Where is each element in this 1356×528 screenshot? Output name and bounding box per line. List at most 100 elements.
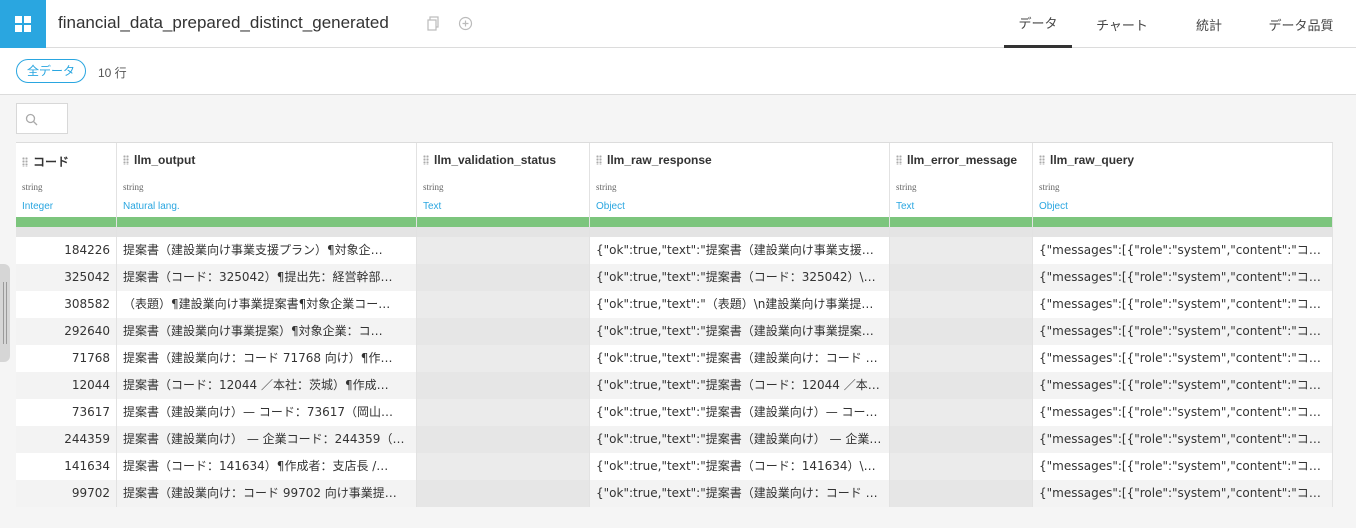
table-row[interactable]: 71768 提案書（建設業向け：コード 71768 向け）¶作… {"ok":tru…	[16, 345, 1333, 372]
all-data-filter-pill[interactable]: 全データ	[16, 59, 87, 83]
table-cell[interactable]	[417, 264, 590, 291]
table-cell[interactable]: （表題）¶建設業向け事業提案書¶対象企業コー…	[117, 291, 417, 318]
table-cell[interactable]	[417, 426, 590, 453]
column-name[interactable]: llm_validation_status	[423, 153, 556, 167]
column-meaning[interactable]: Object	[596, 201, 625, 212]
column-header[interactable]: llm_output string Natural lang.	[117, 143, 417, 217]
table-cell[interactable]: 308582	[16, 291, 117, 318]
column-meaning[interactable]: Natural lang.	[123, 201, 180, 212]
column-meaning[interactable]: Integer	[22, 201, 53, 212]
tab-data-quality[interactable]: データ品質	[1246, 0, 1356, 48]
table-cell[interactable]: {"ok":true,"text":"提案書（建設業向け：コード 9…	[590, 480, 890, 507]
table-cell[interactable]	[890, 372, 1033, 399]
dataset-name[interactable]: financial_data_prepared_distinct_generat…	[58, 13, 389, 33]
drag-handle-icon[interactable]	[1039, 155, 1045, 165]
table-cell[interactable]: 141634	[16, 453, 117, 480]
column-quality-bar[interactable]	[16, 217, 117, 227]
column-meaning[interactable]: Text	[896, 201, 914, 212]
table-cell[interactable]: {"ok":true,"text":"提案書（建設業向け） — 企業…	[590, 426, 890, 453]
dataset-logo-icon[interactable]	[0, 0, 46, 48]
table-cell[interactable]: 292640	[16, 318, 117, 345]
table-row[interactable]: 12044 提案書（コード：12044 ／本社：茨城）¶作成… {"ok":true…	[16, 372, 1333, 399]
table-cell[interactable]: 提案書（建設業向け：コード 99702 向け事業提…	[117, 480, 417, 507]
table-cell[interactable]: {"messages":[{"role":"system","content":…	[1033, 453, 1333, 480]
table-cell[interactable]	[890, 480, 1033, 507]
table-cell[interactable]	[890, 426, 1033, 453]
table-cell[interactable]: 99702	[16, 480, 117, 507]
column-quality-bar[interactable]	[890, 217, 1033, 227]
column-meaning[interactable]: Object	[1039, 201, 1068, 212]
table-row[interactable]: 73617 提案書（建設業向け）— コード：73617（岡山… {"ok":true…	[16, 399, 1333, 426]
table-cell[interactable]: {"messages":[{"role":"system","content":…	[1033, 318, 1333, 345]
column-name[interactable]: llm_output	[123, 153, 195, 167]
table-cell[interactable]: 提案書（建設業向け：コード 71768 向け）¶作…	[117, 345, 417, 372]
table-cell[interactable]: {"ok":true,"text":"提案書（建設業向け事業支援…	[590, 237, 890, 264]
table-row[interactable]: 292640 提案書（建設業向け事業提案）¶対象企業：コ… {"ok":true,"…	[16, 318, 1333, 345]
table-cell[interactable]: 提案書（コード：325042）¶提出先：経営幹部…	[117, 264, 417, 291]
table-cell[interactable]: {"messages":[{"role":"system","content":…	[1033, 345, 1333, 372]
table-cell[interactable]: {"ok":true,"text":"提案書（建設業向け）— コー…	[590, 399, 890, 426]
side-panel-handle[interactable]	[0, 264, 10, 362]
table-cell[interactable]: 244359	[16, 426, 117, 453]
table-cell[interactable]: {"ok":true,"text":"提案書（コード：141634）\n作…	[590, 453, 890, 480]
table-cell[interactable]: {"ok":true,"text":"提案書（コード：325042）\n提…	[590, 264, 890, 291]
table-cell[interactable]: {"messages":[{"role":"system","content":…	[1033, 237, 1333, 264]
column-header[interactable]: コード string Integer	[16, 143, 117, 217]
column-quality-bar[interactable]	[1033, 217, 1333, 227]
table-cell[interactable]: {"messages":[{"role":"system","content":…	[1033, 372, 1333, 399]
table-row[interactable]: 325042 提案書（コード：325042）¶提出先：経営幹部… {"ok":tru…	[16, 264, 1333, 291]
column-name[interactable]: llm_error_message	[896, 153, 1017, 167]
table-cell[interactable]: {"messages":[{"role":"system","content":…	[1033, 426, 1333, 453]
table-cell[interactable]	[890, 345, 1033, 372]
table-cell[interactable]: {"ok":true,"text":"提案書（建設業向け事業提案…	[590, 318, 890, 345]
table-cell[interactable]	[417, 480, 590, 507]
share-icon[interactable]	[458, 16, 473, 31]
table-cell[interactable]: 提案書（建設業向け事業支援プラン）¶対象企…	[117, 237, 417, 264]
drag-handle-icon[interactable]	[123, 155, 129, 165]
drag-handle-icon[interactable]	[22, 156, 28, 167]
table-cell[interactable]	[417, 345, 590, 372]
table-cell[interactable]	[417, 237, 590, 264]
table-cell[interactable]: 提案書（コード：141634）¶作成者：支店長 /…	[117, 453, 417, 480]
table-cell[interactable]	[417, 318, 590, 345]
column-name[interactable]: llm_raw_query	[1039, 153, 1134, 167]
table-cell[interactable]: 71768	[16, 345, 117, 372]
table-cell[interactable]	[890, 399, 1033, 426]
table-cell[interactable]	[417, 372, 590, 399]
table-row[interactable]: 244359 提案書（建設業向け） — 企業コード：244359（… {"ok":t…	[16, 426, 1333, 453]
table-cell[interactable]: {"messages":[{"role":"system","content":…	[1033, 480, 1333, 507]
table-cell[interactable]: {"ok":true,"text":"提案書（建設業向け：コード 7…	[590, 345, 890, 372]
table-cell[interactable]: 184226	[16, 237, 117, 264]
column-quality-bar[interactable]	[117, 217, 417, 227]
tab-statistics[interactable]: 統計	[1172, 0, 1246, 48]
table-cell[interactable]: 12044	[16, 372, 117, 399]
table-cell[interactable]: {"messages":[{"role":"system","content":…	[1033, 399, 1333, 426]
table-row[interactable]: 308582 （表題）¶建設業向け事業提案書¶対象企業コー… {"ok":true,…	[16, 291, 1333, 318]
column-meaning[interactable]: Text	[423, 201, 441, 212]
drag-handle-icon[interactable]	[423, 155, 429, 165]
drag-handle-icon[interactable]	[896, 155, 902, 165]
table-cell[interactable]: {"ok":true,"text":"提案書（コード：12044 ／本社…	[590, 372, 890, 399]
table-cell[interactable]	[890, 237, 1033, 264]
table-row[interactable]: 99702 提案書（建設業向け：コード 99702 向け事業提… {"ok":tru…	[16, 480, 1333, 507]
copy-icon[interactable]	[426, 16, 441, 31]
column-quality-bar[interactable]	[590, 217, 890, 227]
table-cell[interactable]	[890, 291, 1033, 318]
table-cell[interactable]: 提案書（コード：12044 ／本社：茨城）¶作成…	[117, 372, 417, 399]
table-cell[interactable]: 提案書（建設業向け事業提案）¶対象企業：コ…	[117, 318, 417, 345]
table-cell[interactable]	[417, 399, 590, 426]
column-name[interactable]: llm_raw_response	[596, 153, 712, 167]
table-cell[interactable]	[890, 264, 1033, 291]
table-cell[interactable]: 325042	[16, 264, 117, 291]
column-header[interactable]: llm_error_message string Text	[890, 143, 1033, 217]
drag-handle-icon[interactable]	[596, 155, 602, 165]
table-cell[interactable]: 提案書（建設業向け）— コード：73617（岡山…	[117, 399, 417, 426]
table-cell[interactable]	[890, 453, 1033, 480]
table-cell[interactable]: {"messages":[{"role":"system","content":…	[1033, 291, 1333, 318]
table-cell[interactable]	[890, 318, 1033, 345]
table-cell[interactable]: 73617	[16, 399, 117, 426]
tab-chart[interactable]: チャート	[1072, 0, 1172, 48]
search-input[interactable]	[16, 103, 68, 134]
column-header[interactable]: llm_raw_query string Object	[1033, 143, 1333, 217]
table-cell[interactable]: 提案書（建設業向け） — 企業コード：244359（…	[117, 426, 417, 453]
